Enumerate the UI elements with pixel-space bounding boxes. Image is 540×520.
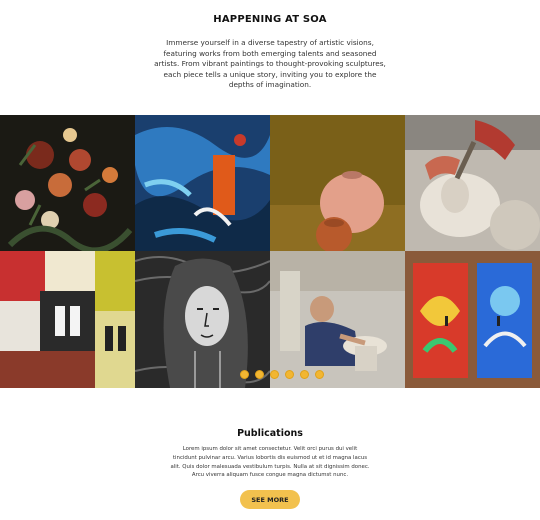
carousel-dot-1[interactable] xyxy=(240,370,249,379)
carousel-dot-5[interactable] xyxy=(300,370,309,379)
see-more-button[interactable]: SEE MORE xyxy=(240,490,300,509)
hero-description: Immerse yourself in a diverse tapestry o… xyxy=(154,38,386,90)
sculptor-carving-bust-image[interactable] xyxy=(405,115,540,251)
gallery-grid xyxy=(0,115,540,388)
ink-portrait-drawing-image[interactable] xyxy=(135,251,270,388)
street-poster-collage-image[interactable] xyxy=(0,251,135,388)
abstract-blue-painting-image[interactable] xyxy=(135,115,270,251)
publications-title: Publications xyxy=(237,428,303,439)
painted-doors-image[interactable] xyxy=(405,251,540,388)
publications-description: Lorem ipsum dolor sit amet consectetur. … xyxy=(170,446,370,479)
floral-still-life-image[interactable] xyxy=(0,115,135,251)
carousel-dot-6[interactable] xyxy=(315,370,324,379)
potter-working-clay-image[interactable] xyxy=(270,251,405,388)
carousel-dots xyxy=(240,370,324,379)
hero-title: HAPPENING AT SOA xyxy=(213,14,327,25)
carousel-dot-2[interactable] xyxy=(255,370,264,379)
carousel-dot-4[interactable] xyxy=(285,370,294,379)
carousel-dot-3[interactable] xyxy=(270,370,279,379)
ceramic-vases-image[interactable] xyxy=(270,115,405,251)
